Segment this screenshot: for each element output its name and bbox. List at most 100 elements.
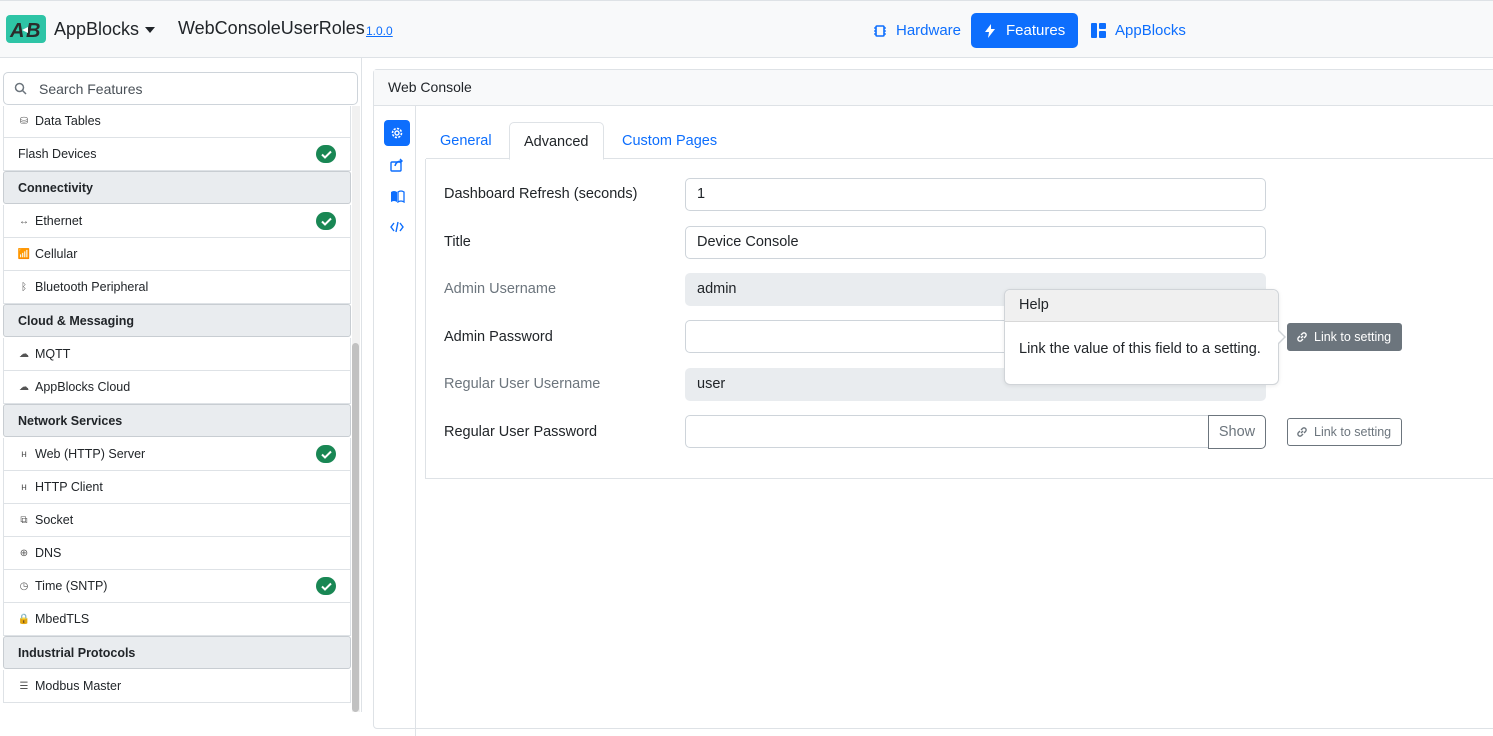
feature-item[interactable]: ⛁ Data Tables — [3, 106, 351, 138]
nav-appblocks[interactable]: AppBlocks — [1079, 13, 1198, 48]
admin-username-label: Admin Username — [444, 281, 557, 297]
category-label: Cloud & Messaging — [18, 313, 134, 328]
feature-item[interactable]: ☰ Modbus Master — [3, 670, 351, 703]
caret-down-icon — [145, 26, 156, 33]
regular-password-input[interactable] — [685, 415, 1209, 448]
feature-item-label: MbedTLS — [35, 612, 90, 626]
feature-item-label: Flash Devices — [18, 147, 97, 161]
feature-search[interactable] — [3, 72, 358, 105]
app-menu-dropdown[interactable]: AppBlocks — [54, 19, 156, 40]
modbus-icon: ☰ — [19, 680, 29, 692]
antenna-icon: 📶 — [17, 248, 31, 260]
link-button-label: Link to setting — [1314, 425, 1392, 439]
globe-icon: ⊕ — [19, 547, 29, 559]
sidebar-scrollbar-thumb[interactable] — [352, 343, 359, 712]
category-label: Connectivity — [18, 180, 94, 195]
brand-label: AppBlocks — [54, 19, 140, 39]
dashboard-refresh-label: Dashboard Refresh (seconds) — [444, 186, 638, 202]
search-input[interactable] — [39, 80, 319, 97]
feature-item[interactable]: ↔ Ethernet — [3, 205, 351, 238]
settings-tabs: General Advanced Custom Pages — [426, 122, 1493, 160]
clock-icon: ◷ — [19, 580, 29, 592]
feature-list: ⛁ Data Tables Flash Devices Connectivity ↔ Et… — [3, 106, 352, 712]
feature-item[interactable]: ʜ Web (HTTP) Server — [3, 438, 351, 471]
title-input[interactable]: Device Console — [685, 226, 1266, 259]
feature-item-label: Bluetooth Peripheral — [35, 280, 149, 294]
show-password-button[interactable]: Show — [1208, 415, 1266, 449]
pane-divider[interactable] — [361, 58, 362, 712]
feature-item-label: Ethernet — [35, 214, 83, 228]
panel-title: Web Console — [374, 70, 1493, 106]
svg-text:A: A — [9, 20, 24, 42]
http-icon: ʜ — [21, 448, 27, 460]
category-label: Network Services — [18, 413, 123, 428]
feature-item-label: Modbus Master — [35, 679, 122, 693]
title-label: Title — [444, 234, 471, 250]
tab-advanced[interactable]: Advanced — [509, 122, 604, 160]
nav-hardware[interactable]: Hardware — [861, 13, 973, 48]
feature-item-label: Web (HTTP) Server — [35, 447, 146, 461]
feature-item[interactable]: 🔒 MbedTLS — [3, 603, 351, 636]
feature-item[interactable]: ⧉ Socket — [3, 504, 351, 537]
database-icon: ⛁ — [19, 115, 29, 127]
regular-username-label: Regular User Username — [444, 376, 601, 392]
feature-item[interactable]: 📶 Cellular — [3, 238, 351, 271]
grid-icon — [1091, 23, 1106, 38]
nav-features[interactable]: Features — [971, 13, 1078, 48]
lock-icon: 🔒 — [17, 613, 31, 625]
tab-general[interactable]: General — [426, 122, 506, 159]
regular-password-link-button[interactable]: Link to setting — [1287, 418, 1402, 446]
code-icon — [390, 221, 404, 233]
category-header: Cloud & Messaging — [3, 304, 351, 337]
feature-item-label: Data Tables — [35, 114, 101, 128]
help-popover: Help Link the value of this field to a s… — [1004, 289, 1279, 385]
check-icon — [316, 577, 336, 595]
tab-custom-pages[interactable]: Custom Pages — [608, 122, 731, 159]
feature-item[interactable]: ☁ MQTT — [3, 338, 351, 371]
panel-icon-column — [374, 106, 416, 736]
regular-password-label: Regular User Password — [444, 424, 598, 440]
cloud-icon: ☁ — [19, 381, 29, 393]
book-icon — [390, 189, 405, 203]
feature-item[interactable]: ᛒ Bluetooth Peripheral — [3, 271, 351, 304]
popover-arrow-inner — [1277, 330, 1284, 344]
export-tab-button[interactable] — [384, 152, 410, 178]
category-label: Industrial Protocols — [18, 645, 136, 660]
feature-item[interactable]: Flash Devices — [3, 138, 351, 171]
feature-item-label: DNS — [35, 546, 62, 560]
gear-icon — [391, 127, 403, 139]
admin-password-link-button[interactable]: Link to setting — [1287, 323, 1402, 351]
link-button-label: Link to setting — [1314, 330, 1392, 344]
check-icon — [316, 145, 336, 163]
check-icon — [316, 212, 336, 230]
nav-appblocks-label: AppBlocks — [1115, 22, 1186, 39]
feature-item-label: Time (SNTP) — [35, 579, 108, 593]
feature-item-label: HTTP Client — [35, 480, 103, 494]
version-link[interactable]: 1.0.0 — [366, 24, 393, 38]
help-popover-body: Link the value of this field to a settin… — [1019, 341, 1261, 357]
code-tab-button[interactable] — [384, 214, 410, 240]
dashboard-refresh-input[interactable]: 1 — [685, 178, 1266, 211]
nav-hardware-label: Hardware — [896, 22, 962, 39]
feature-item[interactable]: ⊕ DNS — [3, 537, 351, 570]
category-header: Network Services — [3, 404, 351, 437]
cloud-upload-icon: ☁ — [19, 348, 29, 360]
admin-password-label: Admin Password — [444, 329, 553, 345]
feature-item[interactable]: ☁ AppBlocks Cloud — [3, 371, 351, 404]
share-icon — [390, 158, 403, 172]
network-icon: ⧉ — [20, 514, 28, 526]
feature-item[interactable]: ʜ HTTP Client — [3, 471, 351, 504]
nav-features-label: Features — [1006, 22, 1066, 39]
docs-tab-button[interactable] — [384, 183, 410, 209]
feature-item[interactable]: ◷ Time (SNTP) — [3, 570, 351, 603]
category-header: Connectivity — [3, 171, 351, 204]
settings-tab-button[interactable] — [384, 120, 410, 146]
category-header: Industrial Protocols — [3, 636, 351, 669]
appblocks-logo[interactable]: A B — [6, 14, 46, 44]
svg-text:B: B — [26, 20, 40, 42]
project-name: WebConsoleUserRoles — [178, 18, 365, 38]
check-icon — [316, 445, 336, 463]
help-popover-title: Help — [1005, 290, 1278, 322]
link-icon — [1297, 332, 1307, 342]
link-icon — [1297, 427, 1307, 437]
